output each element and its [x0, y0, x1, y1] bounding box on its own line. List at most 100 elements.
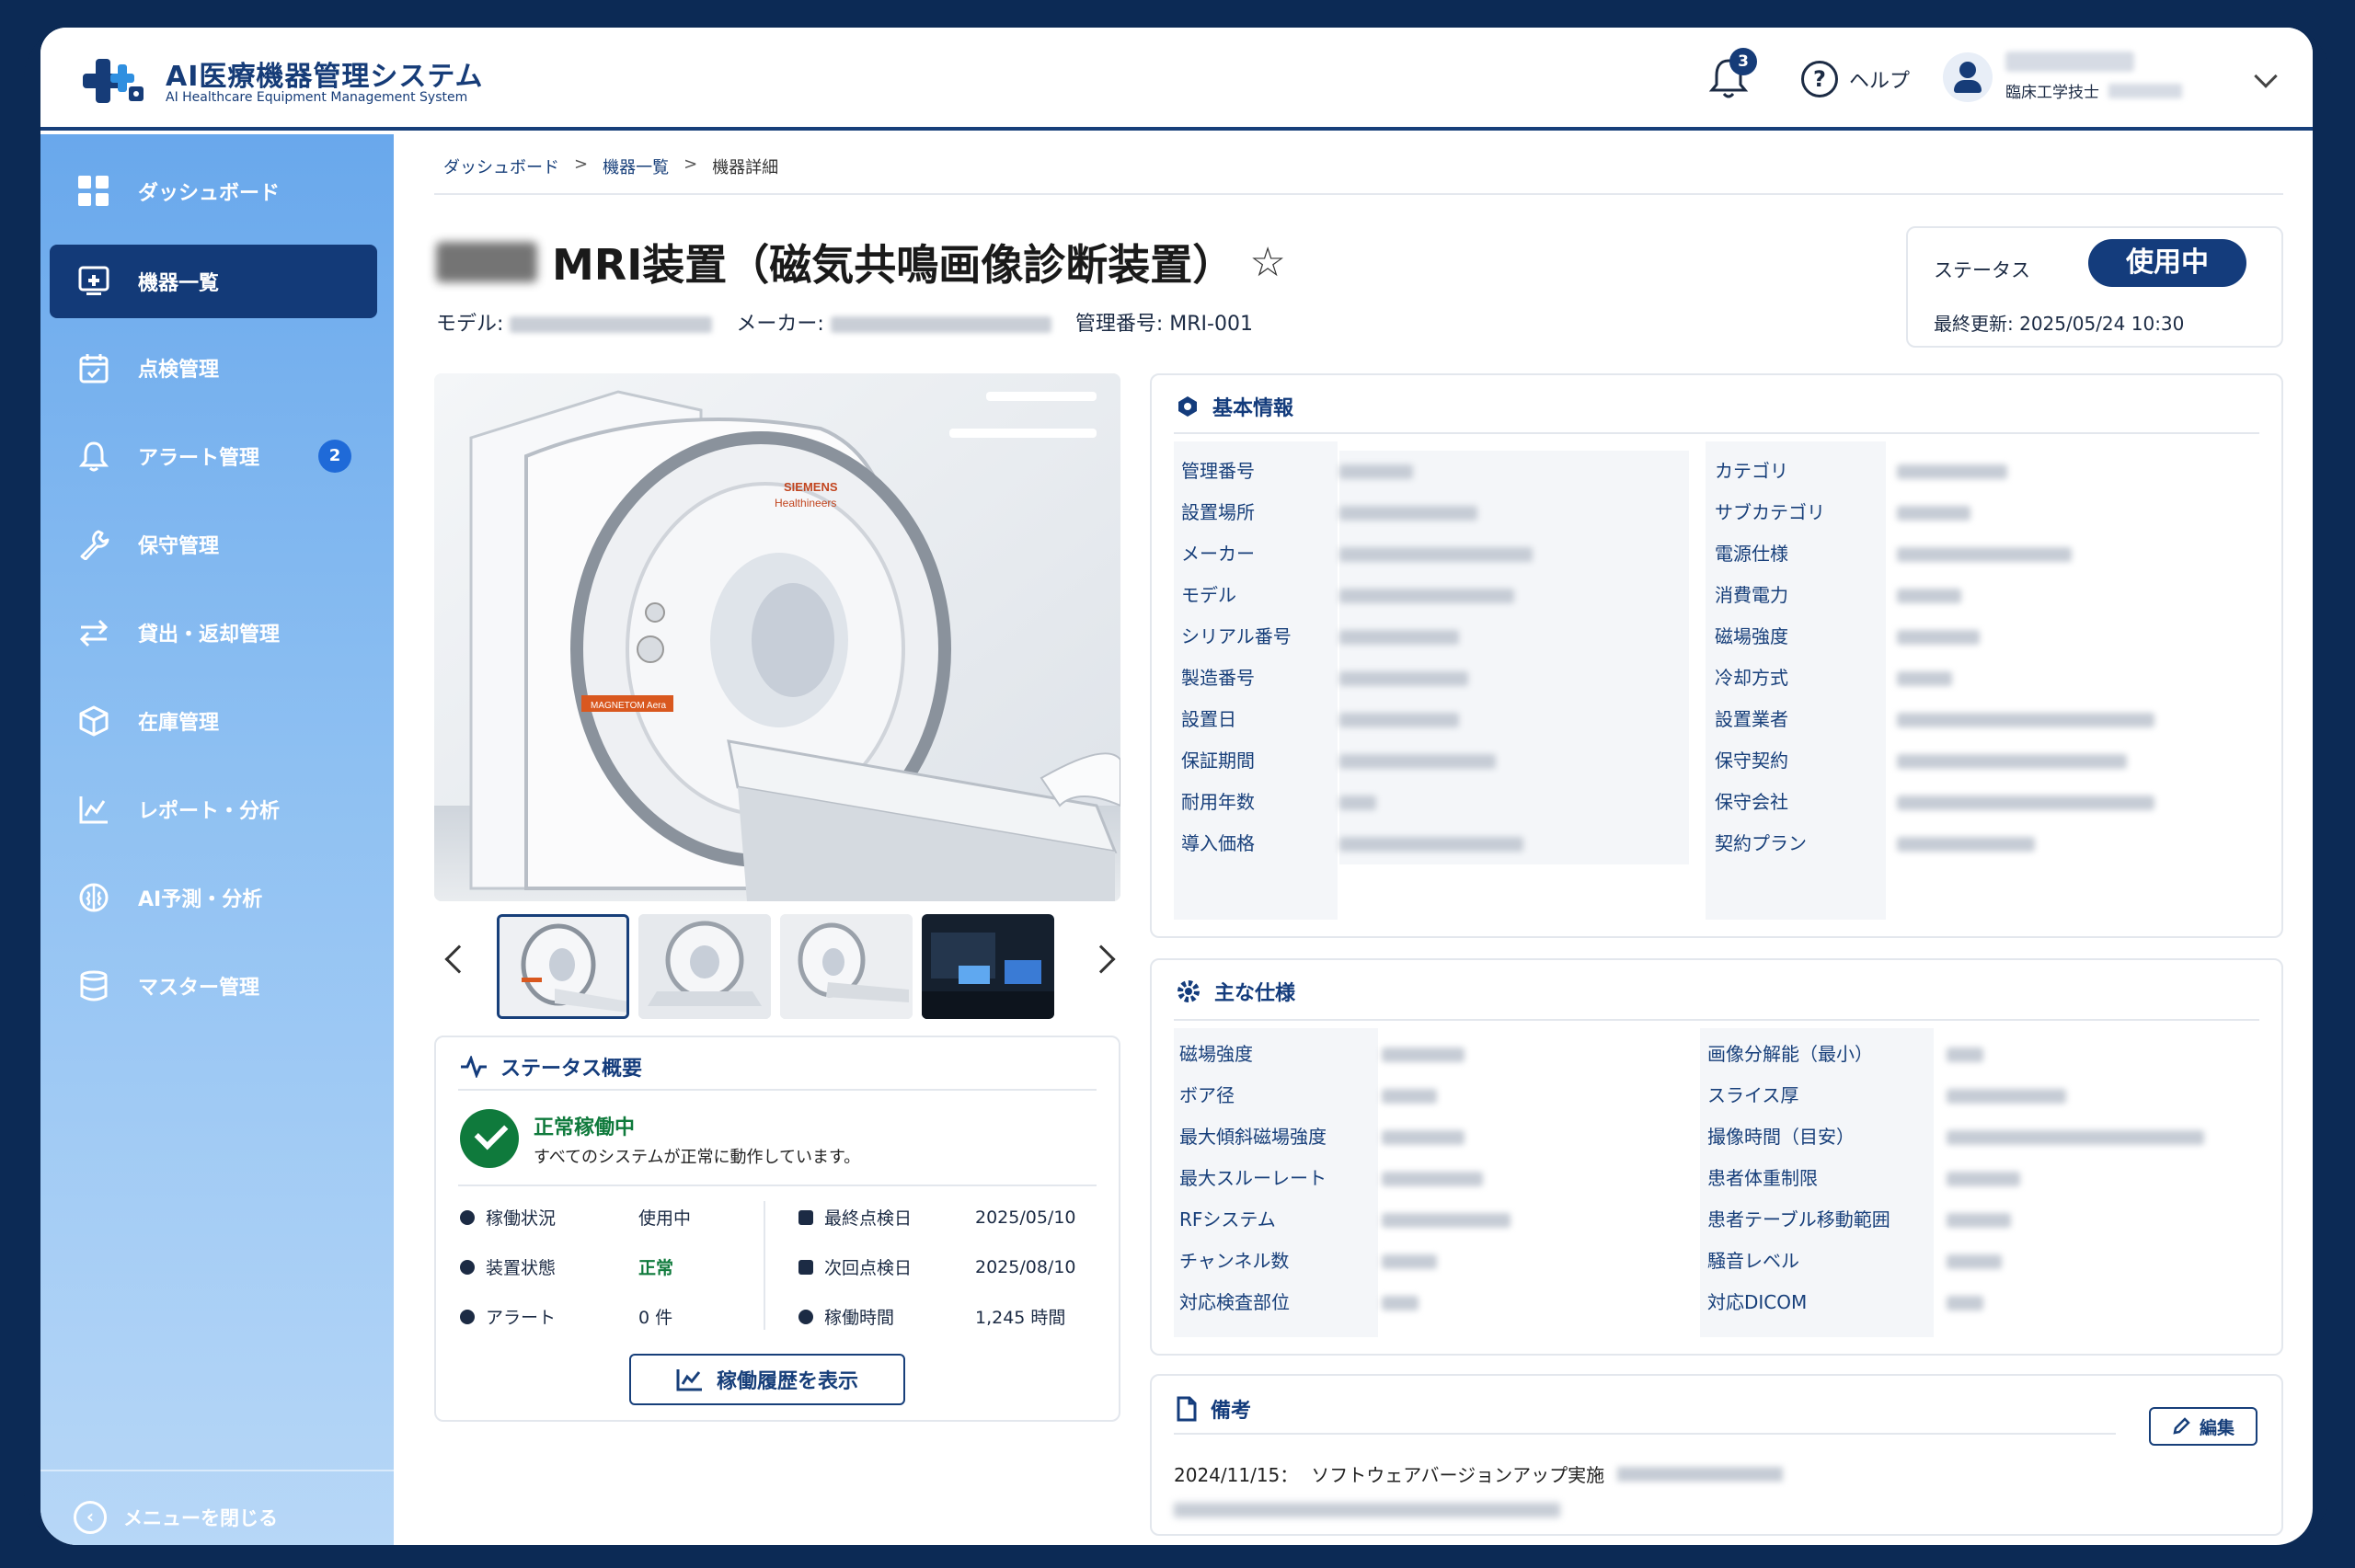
sidebar-item-inventory[interactable]: 在庫管理 [50, 684, 377, 758]
calendar-icon [798, 1259, 813, 1275]
thumbnail-3[interactable] [780, 914, 913, 1019]
pulse-icon [461, 1056, 487, 1078]
notes-card: 備考 編集 2024/11/15： ソフトウェアバージョンアップ実施 [1150, 1374, 2283, 1536]
sidebar-item-alerts[interactable]: アラート管理 2 [50, 419, 377, 493]
user-extra-redacted [2108, 83, 2182, 98]
note-redacted-line [1174, 1503, 1560, 1517]
status-overview-header: ステータス概要 [460, 1052, 642, 1082]
spec-value-redacted [1947, 1158, 2250, 1199]
sidebar-item-reports[interactable]: レポート・分析 [50, 773, 377, 846]
status-row-operation: 稼働状況 使用中 [460, 1205, 691, 1230]
id-value: MRI-001 [1169, 313, 1253, 336]
sidebar-item-dashboard[interactable]: ダッシュボード [50, 155, 377, 228]
note-text: ソフトウェアバージョンアップ実施 [1311, 1464, 1605, 1486]
specs-header: 主な仕様 [1176, 977, 1295, 1006]
alert-bell-icon [460, 1309, 475, 1324]
chevron-right-icon[interactable] [1086, 944, 1116, 974]
sidebar-item-label: ダッシュボード [138, 182, 281, 205]
basic-info-value-redacted [1339, 782, 1689, 823]
sidebar-item-label: 保守管理 [138, 535, 220, 558]
title-prefix-redacted [436, 242, 537, 282]
sidebar-item-lending[interactable]: 貸出・返却管理 [50, 596, 377, 670]
sidebar-item-device-list[interactable]: 機器一覧 [50, 245, 377, 318]
star-icon[interactable]: ☆ [1249, 239, 1285, 286]
avatar [1943, 52, 1993, 102]
spec-label: 撮像時間（目安） [1707, 1126, 1855, 1148]
spec-label: スライス厚 [1707, 1084, 1799, 1106]
svg-text:SIEMENS: SIEMENS [784, 480, 838, 494]
help-label: ヘルプ [1849, 70, 1911, 93]
basic-info-label: 製造番号 [1181, 667, 1255, 689]
top-header: AI医療機器管理システム AI Healthcare Equipment Man… [40, 28, 2313, 131]
breadcrumb-dashboard[interactable]: ダッシュボード [443, 155, 559, 178]
spec-label: 患者体重制限 [1707, 1167, 1818, 1189]
alert-count-badge: 2 [318, 440, 351, 473]
basic-info-label: 設置業者 [1715, 708, 1788, 730]
page-title: MRI装置（磁気共鳴画像診断装置） ☆ [436, 232, 1286, 292]
shield-check-icon [460, 1259, 475, 1275]
basic-info-value-redacted [1897, 740, 2265, 782]
model-label: モデル: [436, 313, 504, 336]
check-circle-icon [460, 1109, 519, 1168]
spec-value-redacted [1947, 1199, 2250, 1241]
sidebar-item-master[interactable]: マスター管理 [50, 949, 377, 1023]
breadcrumb-current: 機器詳細 [712, 158, 779, 177]
user-name-redacted [2005, 52, 2134, 72]
spec-value-redacted [1947, 1241, 2250, 1282]
grid-icon [75, 173, 112, 210]
note-entry: 2024/11/15： ソフトウェアバージョンアップ実施 [1174, 1460, 1784, 1487]
help-link[interactable]: ? ヘルプ [1801, 61, 1910, 97]
view-history-button[interactable]: 稼働履歴を表示 [629, 1354, 905, 1405]
thumbnail-2[interactable] [638, 914, 771, 1019]
status-row-condition: 装置状態 正常 [460, 1254, 673, 1279]
sidebar-item-inspection[interactable]: 点検管理 [50, 331, 377, 405]
basic-info-labels-right: カテゴリ サブカテゴリ 電源仕様 消費電力 磁場強度 冷却方式 設置業者 保守契約 保守会社 契約… [1715, 451, 1825, 864]
sidebar-item-label: 貸出・返却管理 [138, 624, 281, 647]
status-headline: 正常稼働中 [534, 1116, 636, 1139]
status-row-last-inspection: 最終点検日 2025/05/10 [798, 1205, 1076, 1230]
sidebar-item-ai-prediction[interactable]: AI予測・分析 [50, 861, 377, 934]
basic-info-value-redacted [1339, 699, 1689, 740]
notes-header: 備考 [1176, 1394, 1251, 1424]
basic-info-label: カテゴリ [1715, 460, 1788, 482]
spec-label: 最大傾斜磁場強度 [1179, 1126, 1327, 1148]
breadcrumb: ダッシュボード > 機器一覧 > 機器詳細 [443, 155, 778, 178]
basic-info-label: 消費電力 [1715, 584, 1788, 606]
basic-info-label: 設置日 [1181, 708, 1236, 730]
spec-label: RFシステム [1179, 1208, 1276, 1230]
breadcrumb-device-list[interactable]: 機器一覧 [603, 155, 669, 178]
device-meta: モデル: メーカー: 管理番号: MRI-001 [436, 307, 1253, 337]
spec-value-redacted [1382, 1199, 1658, 1241]
status-label: ステータス [1934, 259, 2030, 281]
model-value-redacted [510, 316, 713, 333]
basic-info-value-redacted [1897, 533, 2265, 575]
database-icon [75, 967, 112, 1004]
basic-info-value-redacted [1339, 575, 1689, 616]
basic-info-label: メーカー [1181, 543, 1255, 565]
help-icon: ? [1801, 61, 1838, 97]
sidebar-item-label: マスター管理 [138, 977, 260, 1000]
basic-info-label: サブカテゴリ [1715, 501, 1825, 523]
calendar-icon [798, 1209, 813, 1225]
edit-notes-button[interactable]: 編集 [2149, 1407, 2257, 1446]
chevron-down-icon[interactable] [2254, 64, 2278, 88]
divider [764, 1201, 765, 1330]
spec-label: チャンネル数 [1179, 1250, 1290, 1272]
sidebar-item-maintenance[interactable]: 保守管理 [50, 508, 377, 581]
spec-label: 最大スルーレート [1179, 1167, 1327, 1189]
basic-info-value-redacted [1897, 658, 2265, 699]
chevron-left-icon[interactable] [444, 944, 474, 974]
app-subtitle: AI Healthcare Equipment Management Syste… [166, 90, 468, 105]
close-menu-button[interactable]: ‹ メニューを閉じる [74, 1501, 278, 1534]
thumbnail-1[interactable] [497, 914, 629, 1019]
basic-info-value-redacted [1897, 575, 2265, 616]
thumbnail-4[interactable] [922, 914, 1054, 1019]
basic-info-label: 電源仕様 [1715, 543, 1788, 565]
document-icon [1177, 1396, 1197, 1422]
specs-labels-left: 磁場強度 ボア径 最大傾斜磁場強度 最大スルーレート RFシステム チャンネル数 対応検査部… [1179, 1034, 1327, 1323]
thumbnail-strip [434, 909, 1120, 1021]
spec-label: 磁場強度 [1179, 1043, 1253, 1065]
spec-label: 対応DICOM [1707, 1291, 1808, 1313]
user-menu[interactable]: 臨床工学技士 [1943, 52, 2182, 102]
info-icon [1178, 396, 1197, 417]
